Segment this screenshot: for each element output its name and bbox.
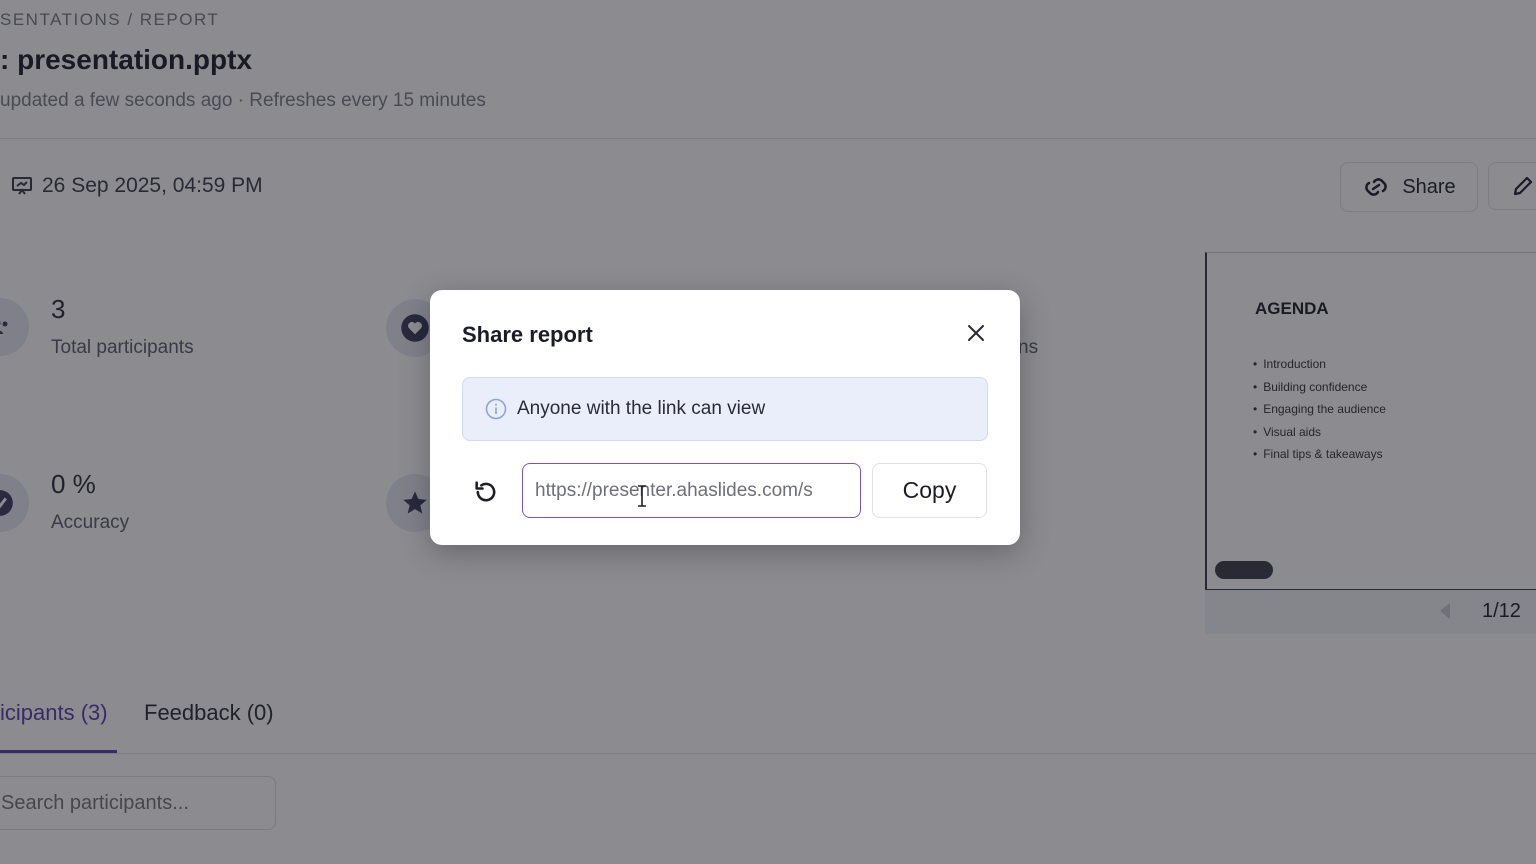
info-icon [485,398,507,420]
info-text: Anyone with the link can view [517,398,766,419]
info-banner: Anyone with the link can view [462,377,988,441]
dialog-title: Share report [462,322,593,347]
share-report-dialog: Share report Anyone with the link can vi… [430,290,1020,545]
regenerate-link-button[interactable] [466,472,506,512]
refresh-icon [475,481,496,502]
text-cursor-icon [638,485,646,507]
share-link-input[interactable] [522,463,861,518]
close-button[interactable] [963,320,989,346]
copy-button[interactable]: Copy [872,463,987,518]
close-icon [968,325,984,341]
